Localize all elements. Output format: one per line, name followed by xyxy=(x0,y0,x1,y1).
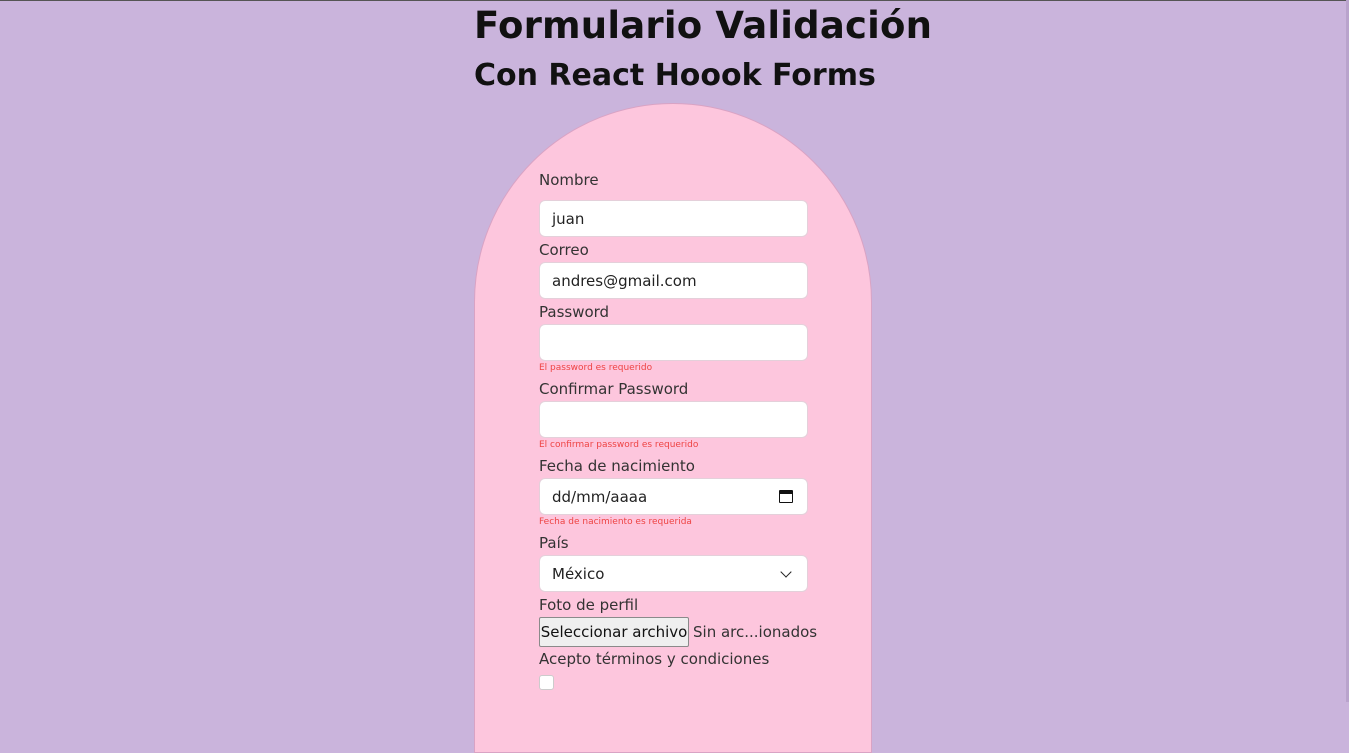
window-top-border xyxy=(0,0,1349,1)
foto-label: Foto de perfil xyxy=(539,596,639,614)
pais-select[interactable]: México xyxy=(539,555,808,592)
password-input[interactable] xyxy=(539,324,808,361)
confirm-password-label: Confirmar Password xyxy=(539,380,689,398)
terminos-checkbox[interactable] xyxy=(539,675,554,690)
nombre-label: Nombre xyxy=(539,171,599,189)
correo-value: andres@gmail.com xyxy=(552,271,697,290)
fecha-placeholder: dd/mm/aaaa xyxy=(552,487,648,506)
correo-label: Correo xyxy=(539,241,589,259)
fecha-input[interactable]: dd/mm/aaaa xyxy=(539,478,808,515)
correo-input[interactable]: andres@gmail.com xyxy=(539,262,808,299)
page-title: Formulario Validación xyxy=(474,4,933,47)
confirm-password-error: El confirmar password es requerido xyxy=(539,440,699,450)
confirm-password-input[interactable] xyxy=(539,401,808,438)
pais-label: País xyxy=(539,534,569,552)
nombre-input[interactable]: juan xyxy=(539,200,808,237)
chevron-down-icon xyxy=(780,566,792,578)
pais-value: México xyxy=(552,564,605,583)
select-file-button[interactable]: Seleccionar archivo xyxy=(539,617,689,647)
page-subtitle: Con React Hoook Forms xyxy=(474,58,876,93)
fecha-error: Fecha de nacimiento es requerida xyxy=(539,517,692,527)
terminos-label: Acepto términos y condiciones xyxy=(539,650,770,668)
calendar-icon[interactable] xyxy=(779,490,793,503)
fecha-label: Fecha de nacimiento xyxy=(539,457,695,475)
nombre-value: juan xyxy=(552,209,585,228)
password-label: Password xyxy=(539,303,610,321)
password-error: El password es requerido xyxy=(539,363,653,373)
file-status: Sin arc...ionados xyxy=(693,623,818,641)
